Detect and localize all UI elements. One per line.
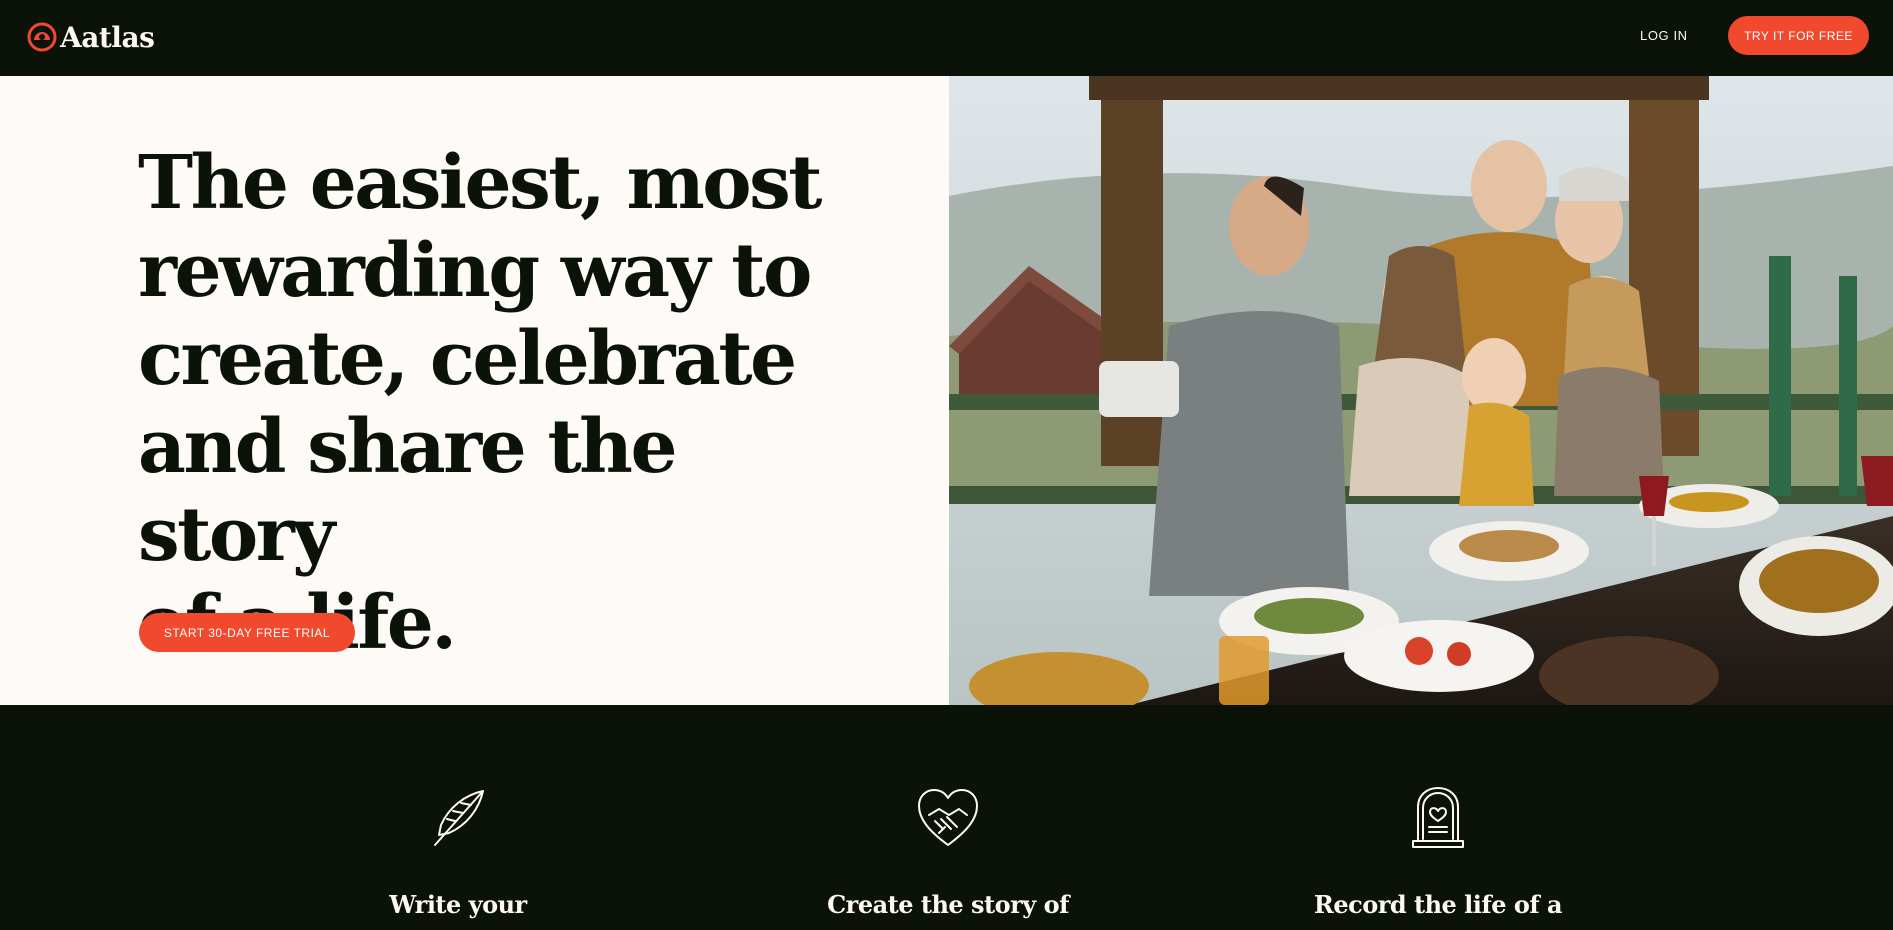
brand-name: Aatlas [60,20,155,54]
quill-feather-icon [434,790,484,846]
feature-create: Create the story of [768,705,1128,930]
logo-mark-icon [27,22,57,52]
feature-write: Write your [278,705,638,930]
feature-record: Record the life of a [1258,705,1618,930]
top-nav: Aatlas LOG IN TRY IT FOR FREE [0,0,1893,76]
feature-title: Create the story of [827,890,1069,919]
heart-handshake-icon [918,789,978,846]
brand-logo[interactable]: Aatlas [27,20,155,54]
family-selfie-photo [949,76,1893,705]
feature-title: Record the life of a [1313,890,1563,919]
features-section: Write your Create the story of Record th… [0,705,1893,930]
headstone-heart-icon [1412,787,1464,848]
feature-title: Write your [389,890,527,919]
try-free-button[interactable]: TRY IT FOR FREE [1728,16,1869,55]
login-link[interactable]: LOG IN [1640,25,1688,47]
hero-headline: The easiest, most rewarding way to creat… [138,140,822,666]
start-trial-button[interactable]: START 30-DAY FREE TRIAL [139,613,355,652]
hero-section: The easiest, most rewarding way to creat… [0,76,949,705]
